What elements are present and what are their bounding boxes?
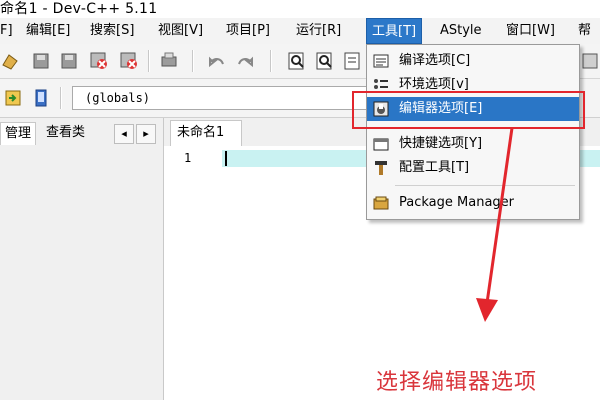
scope-combo[interactable]: (globals) (72, 86, 368, 110)
menu-item-label: 编译选项[C] (399, 53, 471, 68)
menu-window[interactable]: 窗口[W] (506, 18, 555, 44)
print-button[interactable] (158, 50, 180, 72)
toolbar-separator (192, 50, 194, 72)
menu-tools[interactable]: 工具[T] (366, 18, 423, 44)
redo-button[interactable] (234, 50, 256, 72)
goto-line-icon (344, 52, 360, 70)
window-title: 命名1 - Dev-C++ 5.11 (0, 1, 158, 17)
instruction-text: 选择编辑器选项 (376, 370, 538, 395)
compiler-options-icon (373, 54, 389, 68)
menu-astyle[interactable]: AStyle (440, 18, 482, 44)
debug-icon (582, 53, 598, 69)
open-project-icon (2, 54, 18, 70)
line-number: 1 (184, 151, 192, 165)
print-icon (161, 52, 177, 67)
open-project-button[interactable] (0, 50, 22, 72)
menu-view[interactable]: 视图[V] (158, 18, 203, 44)
configure-tools-icon (375, 161, 387, 175)
menu-project[interactable]: 项目[P] (226, 18, 270, 44)
redo-icon (238, 56, 253, 68)
menu-edit[interactable]: 编辑[E] (26, 18, 70, 44)
tab-scroll-right-button[interactable]: ▸ (136, 124, 156, 144)
close-all-icon (120, 52, 137, 69)
close-file-icon (90, 52, 107, 69)
text-caret (225, 151, 227, 166)
insert-icon (35, 89, 47, 107)
close-button[interactable] (88, 50, 110, 72)
tab-class-browser[interactable]: 查看类 (42, 122, 89, 144)
line-number-gutter: 1 (164, 146, 223, 400)
undo-button[interactable] (206, 50, 228, 72)
tab-scroll-left-button[interactable]: ◂ (114, 124, 134, 144)
shortcut-options-icon (373, 138, 389, 151)
menu-search[interactable]: 搜索[S] (90, 18, 134, 44)
insert-button[interactable] (30, 87, 52, 109)
save-icon (33, 53, 49, 69)
new-class-button[interactable] (2, 87, 24, 109)
debug-button[interactable] (580, 50, 600, 72)
menu-bar: F] 编辑[E] 搜索[S] 视图[V] 项目[P] 运行[R] 工具[T] A… (0, 18, 600, 45)
replace-icon (316, 52, 332, 70)
package-manager-icon (373, 196, 389, 210)
toolbar-separator (270, 50, 272, 72)
menu-run[interactable]: 运行[R] (296, 18, 341, 44)
save-all-icon (61, 53, 77, 69)
menu-file[interactable]: F] (0, 18, 13, 44)
find-button[interactable] (286, 50, 308, 72)
find-icon (288, 52, 304, 70)
menu-help[interactable]: 帮 (578, 18, 591, 44)
toolbar-separator (60, 87, 62, 109)
title-bar: 命名1 - Dev-C++ 5.11 (0, 0, 600, 18)
undo-icon (209, 56, 224, 68)
scope-combo-value: (globals) (85, 91, 151, 105)
replace-button[interactable] (314, 50, 336, 72)
tab-project-manager[interactable]: 管理 (0, 122, 37, 145)
save-button[interactable] (30, 50, 52, 72)
new-class-icon (5, 90, 21, 106)
goto-line-button[interactable] (342, 50, 364, 72)
save-all-button[interactable] (58, 50, 80, 72)
editor-tab[interactable]: 未命名1 (170, 120, 242, 146)
close-all-button[interactable] (118, 50, 140, 72)
project-panel: 管理 查看类 ◂ ▸ (0, 118, 164, 400)
annotation-arrow (476, 127, 514, 322)
toolbar-separator (148, 50, 150, 72)
menu-item-compiler-options[interactable]: 编译选项[C] (367, 49, 579, 73)
